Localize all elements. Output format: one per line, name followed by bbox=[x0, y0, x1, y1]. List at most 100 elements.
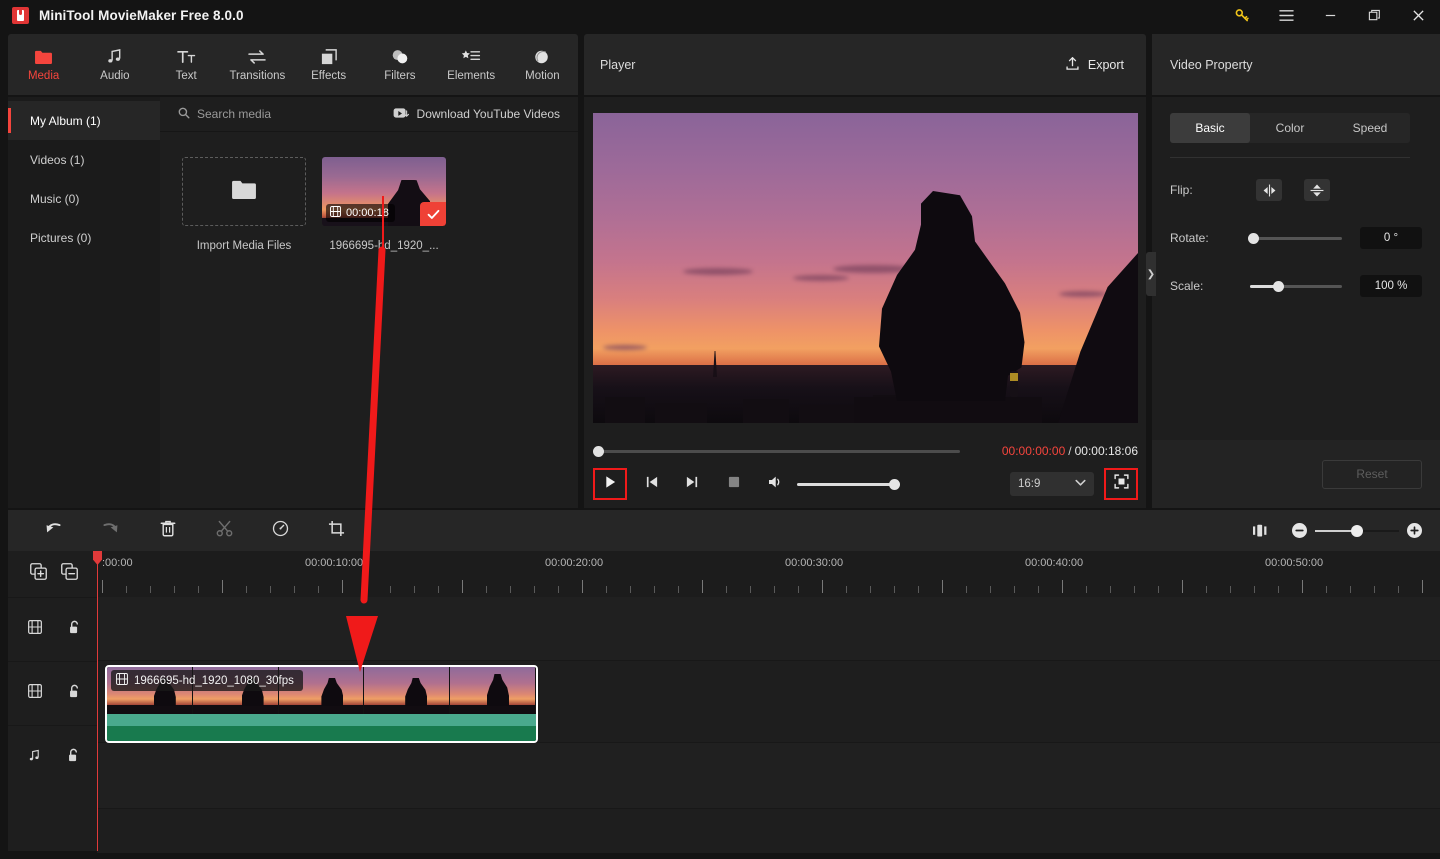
sidebar-item-videos[interactable]: Videos (1) bbox=[8, 140, 160, 179]
search-input[interactable]: Search media bbox=[178, 107, 271, 122]
total-time: 00:00:18:06 bbox=[1074, 444, 1138, 458]
speed-button[interactable] bbox=[266, 517, 294, 545]
add-track-icon[interactable] bbox=[30, 563, 47, 585]
zoom-in-icon[interactable] bbox=[1407, 523, 1422, 538]
rotate-value[interactable]: 0 ° bbox=[1360, 227, 1422, 249]
property-footer: Reset bbox=[1152, 440, 1440, 508]
fit-timeline-icon[interactable] bbox=[1252, 524, 1268, 538]
chevron-right-icon[interactable]: ❯ bbox=[1146, 252, 1156, 296]
ribbon-tab-motion[interactable]: Motion bbox=[507, 34, 578, 95]
remove-track-icon[interactable] bbox=[61, 563, 78, 585]
rotate-slider-knob[interactable] bbox=[1248, 232, 1259, 244]
progress-knob[interactable] bbox=[593, 445, 604, 457]
import-media-cell[interactable]: Import Media Files bbox=[182, 157, 306, 252]
sidebar-item-my-album[interactable]: My Album (1) bbox=[8, 101, 160, 140]
zoom-slider-knob[interactable] bbox=[1351, 524, 1363, 537]
redo-button[interactable] bbox=[96, 517, 124, 545]
sidebar-item-music[interactable]: Music (0) bbox=[8, 179, 160, 218]
ribbon-tab-filters[interactable]: Filters bbox=[364, 34, 435, 95]
tab-speed[interactable]: Speed bbox=[1330, 113, 1410, 143]
ribbon-tab-media[interactable]: Media bbox=[8, 34, 79, 95]
fullscreen-button-highlight bbox=[1104, 468, 1138, 500]
ruler-tick bbox=[246, 586, 247, 593]
video-preview[interactable] bbox=[593, 113, 1138, 423]
unlock-icon[interactable] bbox=[68, 620, 81, 640]
track-lane-video-1[interactable] bbox=[97, 597, 1440, 661]
previous-frame-button[interactable] bbox=[637, 469, 667, 499]
key-icon[interactable] bbox=[1220, 0, 1264, 31]
volume-knob[interactable] bbox=[889, 478, 900, 490]
tab-color[interactable]: Color bbox=[1250, 113, 1330, 143]
timeline-ruler[interactable]: :00:00 00:00:10:00 00:00:20:00 00:00:30:00 0… bbox=[97, 551, 1440, 597]
reset-button[interactable]: Reset bbox=[1322, 459, 1422, 489]
track-header-video-2[interactable] bbox=[8, 661, 97, 725]
track-lane-empty[interactable] bbox=[97, 809, 1440, 853]
check-icon[interactable] bbox=[420, 202, 446, 226]
crop-button[interactable] bbox=[322, 517, 350, 545]
timeline: :00:00 00:00:10:00 00:00:20:00 00:00:30:00 0… bbox=[8, 551, 1440, 853]
track-lane-audio-1[interactable] bbox=[97, 743, 1440, 809]
ruler-tick bbox=[534, 586, 535, 593]
volume-button[interactable] bbox=[761, 469, 791, 499]
stop-button[interactable] bbox=[719, 469, 749, 499]
export-button[interactable]: Export bbox=[1059, 51, 1130, 79]
sidebar-item-pictures[interactable]: Pictures (0) bbox=[8, 218, 160, 257]
unlock-icon[interactable] bbox=[67, 748, 80, 768]
tab-basic[interactable]: Basic bbox=[1170, 113, 1250, 143]
ribbon-tab-label: Elements bbox=[447, 70, 496, 82]
playback-progress-row: 00:00:00:00 / 00:00:18:06 bbox=[593, 441, 1138, 461]
zoom-slider[interactable] bbox=[1315, 524, 1399, 537]
flip-vertical-icon[interactable] bbox=[1304, 179, 1330, 201]
ruler-label: 00:00:30:00 bbox=[785, 557, 844, 569]
ribbon-tab-audio[interactable]: Audio bbox=[79, 34, 150, 95]
media-item[interactable]: 00:00:18 1966695-hd_1920_... bbox=[322, 157, 446, 252]
scale-value[interactable]: 100 % bbox=[1360, 275, 1422, 297]
menu-icon[interactable] bbox=[1264, 0, 1308, 31]
ribbon-tab-effects[interactable]: Effects bbox=[293, 34, 364, 95]
play-button[interactable] bbox=[595, 469, 625, 499]
flip-horizontal-icon[interactable] bbox=[1256, 179, 1282, 201]
ruler-tick bbox=[726, 586, 727, 593]
playhead[interactable] bbox=[93, 551, 102, 851]
ruler-tick bbox=[678, 586, 679, 593]
playback-controls: 16:9 bbox=[593, 467, 1138, 501]
scale-slider-knob[interactable] bbox=[1273, 280, 1284, 292]
delete-button[interactable] bbox=[154, 517, 182, 545]
transitions-arrows-icon bbox=[247, 47, 267, 66]
ruler-tick bbox=[606, 586, 607, 593]
close-icon[interactable] bbox=[1396, 0, 1440, 31]
split-button[interactable] bbox=[210, 517, 238, 545]
ribbon-tab-label: Motion bbox=[525, 70, 560, 82]
media-thumbnail[interactable]: 00:00:18 bbox=[322, 157, 446, 226]
media-browser: Search media Download YouTube Videos Imp… bbox=[160, 97, 578, 508]
rotate-label: Rotate: bbox=[1170, 231, 1209, 245]
volume-slider[interactable] bbox=[797, 478, 900, 490]
media-panel: My Album (1) Videos (1) Music (0) Pictur… bbox=[8, 97, 578, 508]
rotate-slider[interactable] bbox=[1248, 232, 1342, 244]
fullscreen-button[interactable] bbox=[1106, 469, 1136, 499]
minimize-icon[interactable] bbox=[1308, 0, 1352, 31]
fullscreen-icon bbox=[1113, 474, 1129, 494]
ribbon-tab-text[interactable]: Text bbox=[151, 34, 222, 95]
undo-button[interactable] bbox=[40, 517, 68, 545]
ribbon-tab-transitions[interactable]: Transitions bbox=[222, 34, 293, 95]
ruler-tick bbox=[198, 586, 199, 593]
zoom-out-icon[interactable] bbox=[1292, 523, 1307, 538]
track-lane-video-2[interactable]: 1966695-hd_1920_1080_30fps bbox=[97, 661, 1440, 743]
track-header-audio-1[interactable] bbox=[8, 725, 97, 789]
crop-icon bbox=[328, 520, 345, 542]
timeline-track-headers bbox=[8, 551, 97, 851]
unlock-icon[interactable] bbox=[68, 684, 81, 704]
ribbon-tab-elements[interactable]: Elements bbox=[436, 34, 507, 95]
playback-progress-slider[interactable] bbox=[593, 445, 960, 457]
next-frame-button[interactable] bbox=[677, 469, 707, 499]
download-youtube-button[interactable]: Download YouTube Videos bbox=[393, 107, 560, 122]
timeline-clip[interactable]: 1966695-hd_1920_1080_30fps bbox=[105, 665, 538, 743]
clip-audio-waveform bbox=[107, 726, 536, 741]
import-media-dropzone[interactable] bbox=[182, 157, 306, 226]
track-header-video-1[interactable] bbox=[8, 597, 97, 661]
restore-icon[interactable] bbox=[1352, 0, 1396, 31]
film-strip-icon bbox=[116, 673, 128, 688]
scale-slider[interactable] bbox=[1250, 280, 1342, 292]
aspect-ratio-select[interactable]: 16:9 bbox=[1010, 472, 1094, 496]
